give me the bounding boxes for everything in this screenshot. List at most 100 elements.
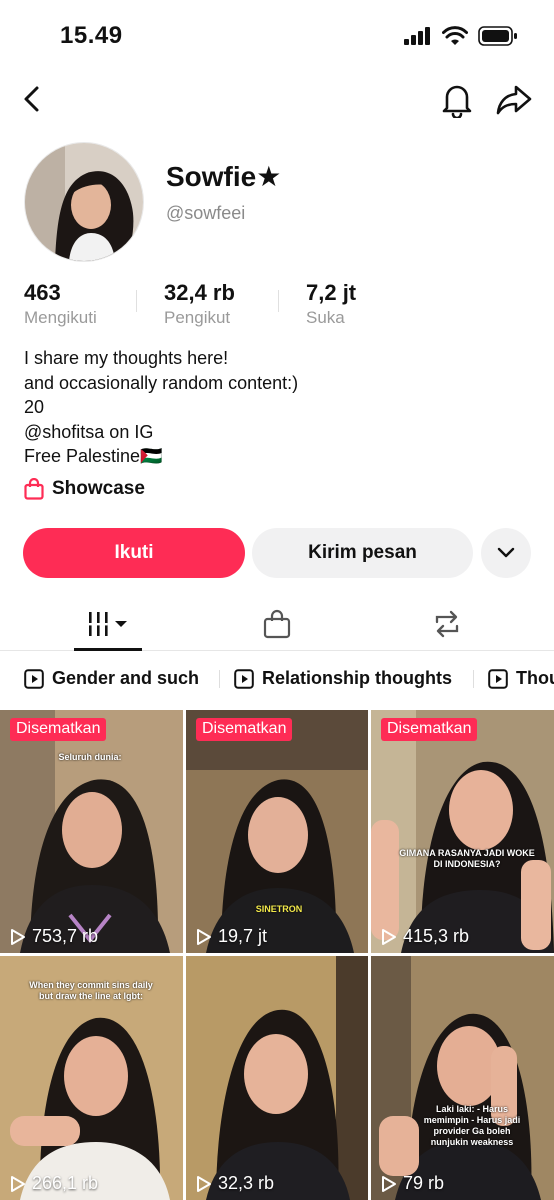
video-thumbnail[interactable]: GIMANA RASANYA JADI WOKE DI INDONESIA? D… — [371, 710, 554, 953]
video-frame — [0, 710, 183, 953]
view-count-text: 266,1 rb — [32, 1173, 99, 1193]
shopping-bag-icon — [24, 478, 44, 500]
follow-button[interactable]: Ikuti — [23, 528, 245, 578]
play-outline-icon — [11, 1175, 25, 1192]
send-message-button[interactable]: Kirim pesan — [252, 528, 473, 578]
play-square-icon — [488, 668, 508, 689]
video-grid-icon — [89, 612, 127, 636]
view-count-text: 753,7 rb — [32, 926, 99, 946]
bio-line: Free Palestine🇵🇸 — [24, 446, 163, 466]
video-caption: GIMANA RASANYA JADI WOKE DI INDONESIA? — [399, 848, 535, 869]
playlist-label: Gender and such — [52, 668, 200, 688]
chevron-left-icon — [24, 86, 39, 112]
stat-label: Pengikut — [164, 308, 231, 327]
video-caption: Seluruh dunia: — [58, 752, 122, 762]
stat-divider — [136, 290, 137, 312]
playlist-divider — [219, 670, 220, 688]
play-outline-icon — [197, 1175, 211, 1192]
tab-videos[interactable] — [74, 598, 142, 650]
playlist-label: Thou — [516, 668, 554, 688]
suggested-accounts-button[interactable] — [481, 528, 531, 578]
video-grid: Seluruh dunia: Disematkan 753,7 rb SINET… — [0, 710, 554, 1200]
playlist-label: Relationship thoughts — [262, 668, 452, 688]
tab-shop[interactable] — [250, 598, 304, 650]
view-count: 79 rb — [381, 1173, 444, 1194]
stat-following[interactable]: 463 Mengikuti — [24, 280, 97, 328]
bio-line: 20 — [24, 397, 45, 417]
video-caption: When they commit sins daily but draw the… — [29, 980, 153, 1001]
stat-label: Mengikuti — [24, 308, 97, 327]
video-thumbnail[interactable]: 32,3 rb — [186, 956, 368, 1200]
play-outline-icon — [197, 928, 211, 945]
tab-reposts[interactable] — [420, 598, 474, 650]
stat-likes[interactable]: 7,2 jt Suka — [306, 280, 356, 328]
video-thumbnail[interactable]: Seluruh dunia: Disematkan 753,7 rb — [0, 710, 183, 953]
view-count-text: 79 rb — [403, 1173, 445, 1193]
stat-followers[interactable]: 32,4 rb Pengikut — [164, 280, 235, 328]
profile-tabs — [0, 598, 554, 651]
profile-avatar[interactable] — [24, 142, 144, 262]
video-thumbnail[interactable]: Laki laki: - Harus memimpin - Harus jadi… — [371, 956, 554, 1200]
profile-bio: I share my thoughts here! and occasional… — [24, 346, 298, 469]
battery-icon — [478, 26, 517, 46]
play-outline-icon — [382, 928, 396, 945]
view-count: 19,7 jt — [196, 926, 267, 947]
profile-stats: 463 Mengikuti 32,4 rb Pengikut 7,2 jt Su… — [24, 280, 544, 330]
video-frame — [371, 956, 554, 1200]
chevron-down-icon — [497, 547, 515, 558]
share-arrow-icon — [496, 85, 532, 115]
play-outline-icon — [382, 1175, 396, 1192]
play-square-icon — [234, 668, 254, 689]
repost-icon — [435, 610, 459, 638]
active-tab-indicator — [74, 648, 142, 651]
view-count: 753,7 rb — [10, 926, 98, 947]
playlist-chip[interactable]: Gender and such — [24, 668, 199, 689]
video-thumbnail[interactable]: When they commit sins daily but draw the… — [0, 956, 183, 1200]
shopping-bag-icon — [263, 609, 291, 639]
view-count-text: 19,7 jt — [218, 926, 268, 946]
view-count-text: 415,3 rb — [403, 926, 470, 946]
bio-line: I share my thoughts here! — [24, 348, 229, 368]
showcase-link[interactable]: Showcase — [24, 478, 145, 500]
status-time: 15.49 — [60, 22, 123, 49]
video-caption: Laki laki: - Harus memimpin - Harus jadi… — [423, 1104, 521, 1147]
bell-icon — [442, 85, 472, 120]
avatar-photo — [25, 143, 143, 261]
stat-value: 32,4 rb — [164, 280, 235, 305]
video-caption: SINETRON — [255, 904, 303, 914]
top-nav — [0, 76, 554, 122]
bio-line[interactable]: @shofitsa on IG — [24, 420, 298, 445]
view-count: 415,3 rb — [381, 926, 469, 947]
video-frame — [186, 710, 368, 953]
notification-bell-button[interactable] — [440, 80, 474, 120]
share-button[interactable] — [494, 82, 534, 118]
playlist-chip[interactable]: Relationship thoughts — [234, 668, 452, 689]
video-frame — [186, 956, 368, 1200]
play-outline-icon — [11, 928, 25, 945]
video-frame — [371, 710, 554, 953]
status-bar: 15.49 — [0, 0, 554, 70]
status-icons — [404, 26, 518, 46]
view-count: 32,3 rb — [196, 1173, 274, 1194]
stat-label: Suka — [306, 308, 345, 327]
view-count-text: 32,3 rb — [218, 1173, 275, 1193]
stat-divider — [278, 290, 279, 312]
showcase-label: Showcase — [52, 478, 145, 499]
stat-value: 463 — [24, 280, 61, 305]
bio-line: and occasionally random content:) — [24, 372, 299, 393]
playlist-row: Gender and such Relationship thoughts Th… — [0, 662, 554, 696]
back-button[interactable] — [18, 82, 48, 116]
profile-handle: @sowfeei — [166, 203, 246, 223]
video-thumbnail[interactable]: SINETRON Disematkan 19,7 jt — [186, 710, 368, 953]
stat-value: 7,2 jt — [306, 280, 357, 305]
wifi-icon — [442, 26, 468, 45]
profile-name: Sowfie★ — [166, 161, 282, 192]
pinned-badge: Disematkan — [10, 718, 107, 741]
pinned-badge: Disematkan — [196, 718, 293, 741]
playlist-divider — [473, 670, 474, 688]
pinned-badge: Disematkan — [381, 718, 478, 741]
cellular-signal-icon — [404, 27, 430, 45]
view-count: 266,1 rb — [10, 1173, 98, 1194]
play-square-icon — [24, 668, 44, 689]
playlist-chip[interactable]: Thou — [488, 668, 554, 689]
